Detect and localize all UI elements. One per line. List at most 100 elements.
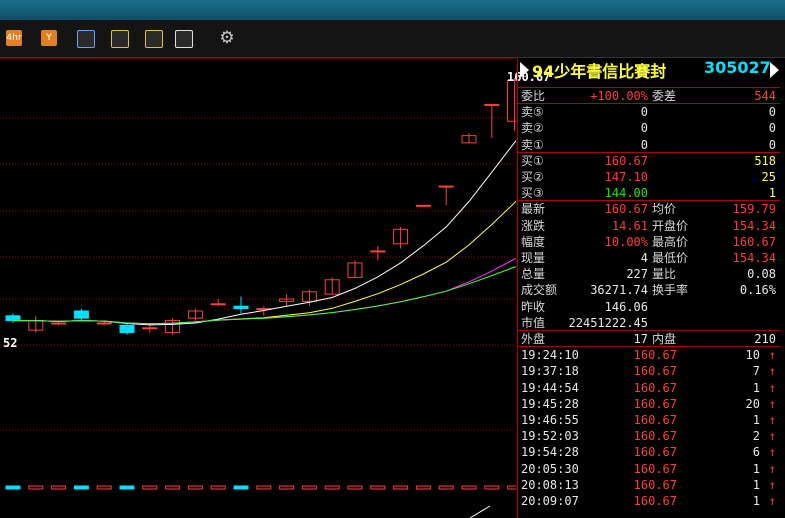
trade-tick-row: 19:45:28 160.67 20 ↑ (518, 396, 780, 412)
ask-price: 0 (640, 105, 648, 120)
stat-value-2: 160.67 (732, 234, 776, 249)
kline-chart[interactable] (0, 58, 516, 518)
tick-volume: 2 (752, 429, 760, 444)
ask-volume: 0 (768, 105, 776, 120)
candle-body (370, 250, 386, 253)
edit-chart-icon[interactable] (77, 30, 95, 48)
up-arrow-icon: ↑ (768, 477, 776, 492)
volume-bar (324, 485, 340, 490)
next-stock-icon[interactable] (770, 62, 779, 78)
ask-row: 卖⑤ 0 0 (518, 104, 780, 120)
trade-tick-row: 19:46:55 160.67 1 ↑ (518, 412, 780, 428)
tick-volume: 1 (752, 413, 760, 427)
prev-stock-icon[interactable] (520, 62, 529, 78)
min-price-label: 52 (3, 336, 18, 350)
tick-volume: 20 (745, 396, 760, 411)
ask-row: 卖② 0 0 (518, 120, 780, 136)
ask-row: 卖① 0 0 (518, 137, 780, 153)
volume-bar (370, 485, 386, 490)
stat-label-2: 均价 (652, 202, 677, 217)
ask-price: 0 (640, 121, 648, 136)
zoom-in-icon[interactable] (111, 30, 129, 48)
tick-price: 160.67 (633, 348, 677, 363)
bid-row: 买② 147.10 25 (518, 169, 780, 185)
bid-volume: 25 (761, 170, 776, 184)
tick-volume: 1 (752, 380, 760, 395)
diff-label: 委差 (652, 89, 677, 103)
candle-body (484, 103, 500, 106)
stat-value: 160.67 (604, 202, 648, 217)
candle-body (96, 322, 112, 325)
tick-time: 19:52:03 (521, 429, 579, 444)
volume-bar (484, 485, 500, 490)
up-arrow-icon: ↑ (768, 413, 776, 427)
draw-pen-icon[interactable] (175, 30, 193, 48)
tick-volume: 6 (752, 445, 760, 460)
stat-row: 昨收 146.06 (518, 299, 780, 315)
tick-time: 20:09:07 (521, 494, 579, 508)
inner-label: 内盘 (652, 332, 677, 346)
up-arrow-icon: ↑ (768, 380, 776, 395)
tick-price: 160.67 (633, 396, 677, 411)
volume-bar (393, 485, 409, 490)
stat-value: 10.00% (604, 234, 648, 249)
ratio-label: 委比 (521, 89, 546, 103)
volume-bar (187, 485, 203, 490)
stat-label-2: 开盘价 (652, 218, 689, 233)
bid-label: 买③ (521, 186, 544, 201)
volume-bar (142, 485, 158, 490)
up-arrow-icon: ↑ (768, 396, 776, 411)
ratio-row: 委比 +100.00% 委差 544 (518, 88, 780, 104)
outer-inner-row: 外盘 17 内盘 210 (518, 331, 780, 347)
candle-body (438, 185, 454, 188)
tick-price: 160.67 (633, 445, 677, 460)
stat-value-2: 154.34 (732, 251, 776, 265)
ask-label: 卖① (521, 137, 544, 152)
period-4hr-icon[interactable]: 4hr (6, 30, 22, 46)
bid-row: 买③ 144.00 1 (518, 185, 780, 201)
volume-bar (233, 485, 249, 490)
up-arrow-icon: ↑ (768, 429, 776, 444)
tick-price: 160.67 (633, 461, 677, 476)
tick-volume: 1 (752, 461, 760, 476)
stat-label: 幅度 (521, 234, 546, 249)
volume-bar (507, 485, 516, 490)
tick-price: 160.67 (633, 413, 677, 427)
volume-bar (28, 485, 44, 490)
stat-value-2: 0.16% (739, 283, 776, 298)
candle-body (73, 310, 89, 319)
zoom-out-icon[interactable] (145, 30, 163, 48)
bid-label: 买② (521, 170, 544, 184)
up-arrow-icon: ↑ (768, 494, 776, 508)
stat-row: 幅度 10.00% 最高价 160.67 (518, 234, 780, 250)
stat-row: 最新 160.67 均价 159.79 (518, 201, 780, 217)
stat-value: 36271.74 (590, 283, 648, 298)
stat-value-2: 159.79 (732, 202, 776, 217)
outer-value: 17 (633, 332, 648, 346)
bid-price: 147.10 (604, 170, 648, 184)
tick-time: 19:46:55 (521, 413, 579, 427)
stat-label: 最新 (521, 202, 546, 217)
tick-time: 19:37:18 (521, 364, 579, 379)
quote-panel: 94少年書信比賽封 305027 委比 +100.00% 委差 544 卖⑤ 0 0 卖② 0 0… (517, 58, 785, 518)
trade-tick-row: 19:52:03 160.67 2 ↑ (518, 428, 780, 444)
stat-label-2: 换手率 (652, 283, 689, 298)
ask-volume: 0 (768, 121, 776, 136)
toolbar: 4hr Y ⚙ (0, 20, 785, 58)
stat-label: 涨跌 (521, 218, 546, 233)
volume-bar (165, 485, 181, 490)
stat-row: 市值 22451222.45 (518, 315, 780, 331)
stat-label-2: 量比 (652, 267, 677, 282)
tick-volume: 10 (745, 348, 760, 363)
up-arrow-icon: ↑ (768, 461, 776, 476)
volume-bar (347, 485, 363, 490)
volume-bar (415, 485, 431, 490)
volume-bar (96, 485, 112, 490)
stat-label: 市值 (521, 315, 546, 330)
bid-price: 160.67 (604, 153, 648, 168)
trade-tick-row: 19:44:54 160.67 1 ↑ (518, 380, 780, 396)
period-y-icon[interactable]: Y (41, 30, 57, 46)
trade-tick-row: 19:37:18 160.67 7 ↑ (518, 363, 780, 379)
gear-icon[interactable]: ⚙ (219, 30, 235, 47)
stat-label-2: 最低价 (652, 251, 689, 265)
